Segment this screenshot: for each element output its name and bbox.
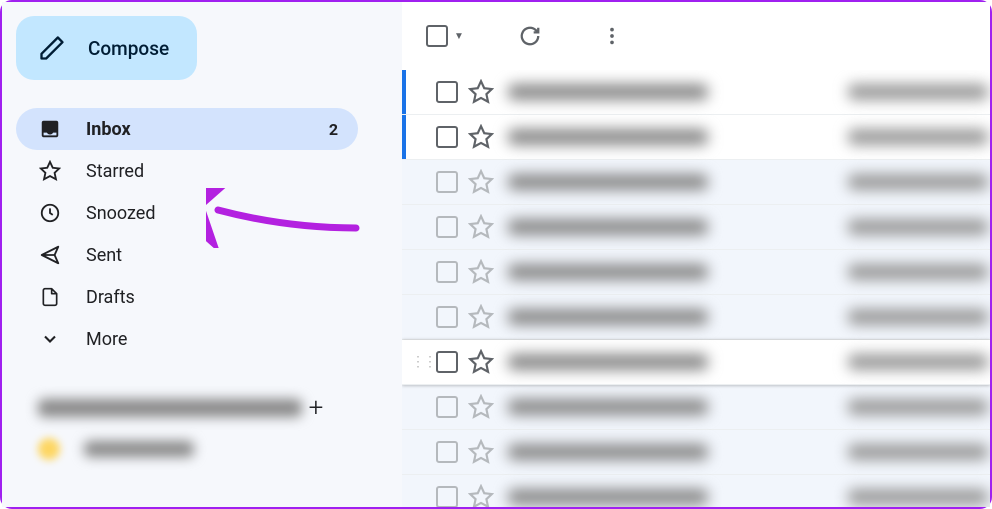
email-row[interactable]: ⋮⋮ (402, 160, 990, 205)
star-icon[interactable] (468, 304, 494, 330)
email-subject (848, 309, 988, 325)
row-checkbox[interactable] (436, 216, 458, 238)
email-sender (508, 309, 708, 325)
email-subject (848, 174, 988, 190)
email-subject (848, 354, 988, 370)
nav-label: Inbox (86, 119, 329, 140)
label-item[interactable] (16, 430, 402, 460)
refresh-button[interactable] (508, 14, 552, 58)
row-checkbox[interactable] (436, 351, 458, 373)
label-name (84, 441, 194, 457)
sidebar-item-snoozed[interactable]: Snoozed (16, 192, 358, 234)
email-sender (508, 399, 708, 415)
row-checkbox[interactable] (436, 126, 458, 148)
star-icon[interactable] (468, 124, 494, 150)
sidebar: Compose Inbox 2 Starred Snoozed Sent (2, 2, 402, 507)
email-sender (508, 444, 708, 460)
label-color-swatch (38, 438, 60, 460)
star-icon[interactable] (468, 79, 494, 105)
star-icon[interactable] (468, 439, 494, 465)
labels-header: + (16, 394, 358, 422)
sidebar-item-drafts[interactable]: Drafts (16, 276, 358, 318)
email-subject (848, 84, 988, 100)
inbox-count: 2 (329, 120, 338, 139)
row-checkbox[interactable] (436, 81, 458, 103)
email-row[interactable]: ⋮⋮ (402, 115, 990, 160)
send-icon (38, 243, 62, 267)
star-icon[interactable] (468, 169, 494, 195)
nav-label: Snoozed (86, 203, 338, 224)
labels-title (38, 399, 302, 417)
row-checkbox[interactable] (436, 396, 458, 418)
more-menu-button[interactable] (590, 14, 634, 58)
sidebar-item-more[interactable]: More (16, 318, 358, 360)
star-icon (38, 159, 62, 183)
row-checkbox[interactable] (436, 441, 458, 463)
email-subject (848, 399, 988, 415)
sidebar-item-starred[interactable]: Starred (16, 150, 358, 192)
star-icon[interactable] (468, 214, 494, 240)
nav-label: Drafts (86, 287, 338, 308)
email-row[interactable]: ⋮⋮ (402, 205, 990, 250)
star-icon[interactable] (468, 259, 494, 285)
toolbar: ▼ (402, 2, 990, 70)
checkbox-icon (426, 25, 448, 47)
nav-list: Inbox 2 Starred Snoozed Sent Drafts (16, 108, 402, 360)
email-row[interactable]: ⋮⋮ (402, 430, 990, 475)
email-sender (508, 129, 708, 145)
email-subject (848, 264, 988, 280)
email-subject (848, 444, 988, 460)
sidebar-item-inbox[interactable]: Inbox 2 (16, 108, 358, 150)
refresh-icon (519, 25, 541, 47)
file-icon (38, 285, 62, 309)
inbox-icon (38, 117, 62, 141)
email-row[interactable]: ⋮⋮ (402, 250, 990, 295)
email-row[interactable]: ⋮⋮ (402, 70, 990, 115)
more-vert-icon (601, 25, 623, 47)
caret-down-icon: ▼ (454, 31, 464, 42)
email-sender (508, 219, 708, 235)
email-sender (508, 354, 708, 370)
email-sender (508, 174, 708, 190)
nav-label: Sent (86, 245, 338, 266)
star-icon[interactable] (468, 394, 494, 420)
main-panel: ▼ ⋮⋮ ⋮⋮ ⋮⋮ ⋮⋮ ⋮⋮ (402, 2, 990, 507)
row-checkbox[interactable] (436, 171, 458, 193)
email-sender (508, 84, 708, 100)
chevron-down-icon (38, 327, 62, 351)
email-row[interactable]: ⋮⋮ (402, 340, 990, 385)
pencil-icon (38, 34, 66, 62)
compose-button[interactable]: Compose (16, 16, 197, 80)
row-checkbox[interactable] (436, 306, 458, 328)
row-checkbox[interactable] (436, 261, 458, 283)
compose-label: Compose (88, 37, 169, 60)
sidebar-item-sent[interactable]: Sent (16, 234, 358, 276)
email-row[interactable]: ⋮⋮ (402, 385, 990, 430)
nav-label: More (86, 329, 338, 350)
email-row[interactable]: ⋮⋮ (402, 475, 990, 507)
clock-icon (38, 201, 62, 225)
email-subject (848, 489, 988, 505)
star-icon[interactable] (468, 349, 494, 375)
drag-handle-icon[interactable]: ⋮⋮ (414, 354, 432, 370)
star-icon[interactable] (468, 484, 494, 507)
email-subject (848, 129, 988, 145)
select-all-checkbox[interactable]: ▼ (420, 19, 470, 53)
email-sender (508, 489, 708, 505)
email-sender (508, 264, 708, 280)
email-subject (848, 219, 988, 235)
row-checkbox[interactable] (436, 486, 458, 507)
email-row[interactable]: ⋮⋮ (402, 295, 990, 340)
nav-label: Starred (86, 161, 338, 182)
email-list: ⋮⋮ ⋮⋮ ⋮⋮ ⋮⋮ ⋮⋮ ⋮⋮ ⋮⋮ (402, 70, 990, 507)
add-label-button[interactable]: + (302, 394, 330, 422)
